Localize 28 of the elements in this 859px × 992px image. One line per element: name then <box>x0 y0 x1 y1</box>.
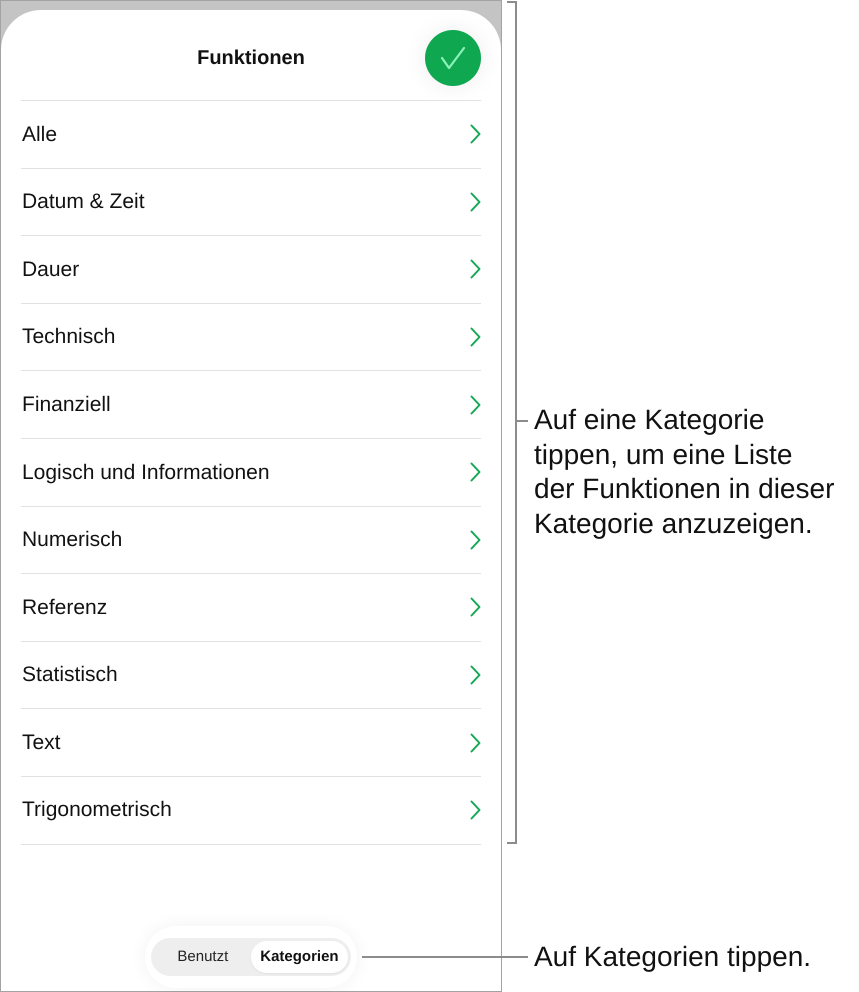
category-item[interactable]: Numerisch <box>21 506 481 574</box>
checkmark-icon <box>440 46 466 70</box>
chevron-right-icon <box>470 732 481 753</box>
category-item[interactable]: Alle <box>21 101 481 169</box>
sheet-title: Funktionen <box>197 46 305 71</box>
chevron-right-icon <box>470 259 481 280</box>
category-item[interactable]: Referenz <box>21 574 481 642</box>
category-item[interactable]: Finanziell <box>21 371 481 439</box>
chevron-right-icon <box>470 124 481 144</box>
chevron-right-icon <box>470 327 481 348</box>
category-item[interactable]: Trigonometrisch <box>21 776 481 845</box>
segment-tab[interactable]: Kategorien <box>251 941 348 973</box>
category-item[interactable]: Technisch <box>21 304 481 372</box>
category-item[interactable]: Logisch und Informationen <box>21 438 481 507</box>
category-item[interactable]: Text <box>21 709 481 777</box>
chevron-right-icon <box>470 394 481 415</box>
segment-tab[interactable]: Benutzt <box>154 941 252 973</box>
category-item[interactable]: Datum & Zeit <box>21 168 481 236</box>
chevron-right-icon <box>470 192 481 212</box>
category-item[interactable]: Dauer <box>21 236 481 304</box>
chevron-right-icon <box>470 597 481 618</box>
chevron-right-icon <box>470 462 481 482</box>
chevron-right-icon <box>470 665 481 686</box>
category-item[interactable]: Statistisch <box>21 642 481 710</box>
callout-text: Auf eine Kategorie tippen, um eine Liste der Funktionen in dieser Kategorie anzuzeigen. <box>534 403 836 542</box>
callout-text: Auf Kategorien tippen. <box>534 940 812 974</box>
chevron-right-icon <box>470 800 481 820</box>
chevron-right-icon <box>470 530 481 550</box>
